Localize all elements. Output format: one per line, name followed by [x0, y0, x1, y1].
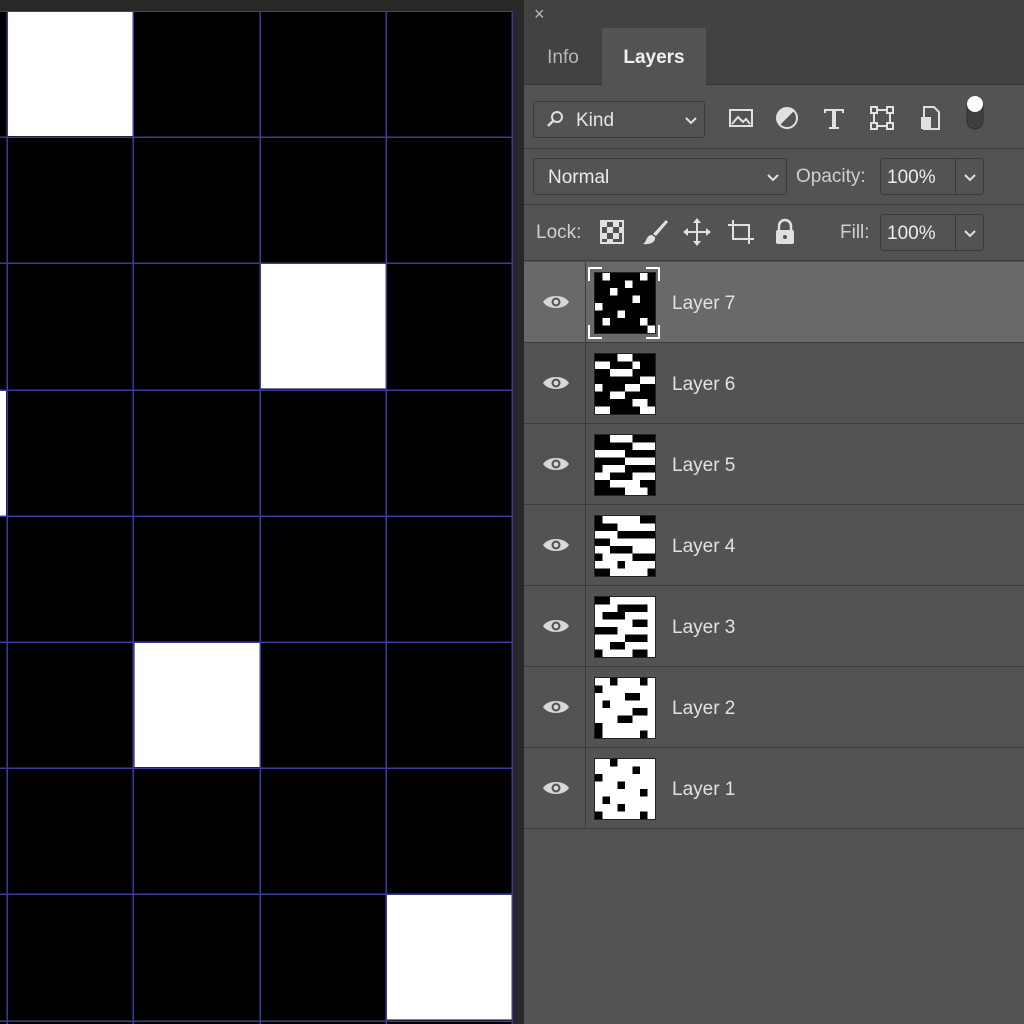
canvas-image[interactable] — [0, 11, 513, 1024]
layers-list: Layer 7 Layer 6 Layer 5 Layer 4 Layer 3 Layer… — [524, 262, 1024, 829]
layer-thumbnail[interactable] — [594, 596, 656, 658]
field-divider — [955, 159, 956, 194]
eye-icon[interactable] — [542, 374, 570, 392]
visibility-column[interactable] — [524, 748, 586, 828]
layer-name[interactable]: Layer 4 — [672, 536, 735, 558]
opacity-value: 100% — [887, 167, 936, 188]
canvas-white-cell — [8, 11, 134, 137]
layer-name[interactable]: Layer 2 — [672, 698, 735, 720]
type-filter-icon[interactable] — [819, 103, 849, 133]
smart-object-filter-icon[interactable] — [915, 103, 945, 133]
field-divider — [955, 215, 956, 250]
layer-row[interactable]: Layer 1 — [524, 748, 1024, 829]
blend-mode-dropdown[interactable]: Normal — [533, 158, 787, 195]
opacity-label: Opacity: — [796, 166, 866, 187]
panel-tabbar: Info Layers — [524, 28, 1024, 86]
layer-name[interactable]: Layer 7 — [672, 293, 735, 315]
filter-row: Kind — [524, 85, 1024, 149]
tab-info[interactable]: Info — [524, 28, 602, 85]
canvas-white-cell — [260, 263, 386, 389]
layer-row[interactable]: Layer 3 — [524, 586, 1024, 667]
lock-artboard-icon[interactable] — [726, 217, 756, 247]
kind-filter-label: Kind — [576, 110, 615, 131]
eye-icon[interactable] — [542, 536, 570, 554]
layers-panel: × Info Layers Kind Normal Opacity: 100% … — [524, 0, 1024, 1024]
filter-toggle-switch[interactable] — [964, 93, 986, 131]
adjustment-filter-icon[interactable] — [772, 103, 802, 133]
panel-gutter — [516, 0, 524, 1024]
layer-thumbnail[interactable] — [594, 677, 656, 739]
visibility-column[interactable] — [524, 343, 586, 423]
panel-header: × — [524, 0, 1024, 28]
layer-name[interactable]: Layer 3 — [672, 617, 735, 639]
chevron-down-icon — [685, 117, 697, 125]
tab-layers[interactable]: Layers — [602, 28, 706, 86]
canvas-white-cell — [134, 642, 260, 768]
fill-value: 100% — [887, 223, 936, 244]
eye-icon[interactable] — [542, 293, 570, 311]
layer-row[interactable]: Layer 6 — [524, 343, 1024, 424]
shape-filter-icon[interactable] — [867, 103, 897, 133]
fill-label: Fill: — [840, 222, 870, 243]
lock-all-icon[interactable] — [771, 217, 799, 247]
layer-thumbnail[interactable] — [594, 272, 656, 334]
layer-row[interactable]: Layer 5 — [524, 424, 1024, 505]
lock-image-pixels-icon[interactable] — [640, 217, 670, 247]
kind-filter-dropdown[interactable]: Kind — [533, 101, 705, 138]
lock-label: Lock: — [536, 222, 582, 243]
visibility-column[interactable] — [524, 505, 586, 585]
search-icon — [547, 111, 563, 127]
image-filter-icon[interactable] — [726, 103, 756, 133]
layer-thumbnail[interactable] — [594, 758, 656, 820]
eye-icon[interactable] — [542, 455, 570, 473]
close-icon[interactable]: × — [534, 5, 550, 23]
chevron-down-icon[interactable] — [963, 229, 977, 239]
document-canvas[interactable] — [0, 0, 516, 1024]
blend-row: Normal Opacity: 100% — [524, 149, 1024, 205]
layer-row[interactable]: Layer 4 — [524, 505, 1024, 586]
visibility-column[interactable] — [524, 586, 586, 666]
opacity-field[interactable]: 100% — [880, 158, 984, 195]
eye-icon[interactable] — [542, 617, 570, 635]
lock-transparent-pixels-icon[interactable] — [599, 219, 625, 245]
blend-mode-value: Normal — [548, 167, 610, 188]
layer-thumbnail[interactable] — [594, 353, 656, 415]
layer-name[interactable]: Layer 5 — [672, 455, 735, 477]
lock-row: Lock: Fill: 100% — [524, 205, 1024, 261]
layer-thumbnail[interactable] — [594, 515, 656, 577]
lock-position-icon[interactable] — [682, 217, 712, 247]
layer-thumbnail[interactable] — [594, 434, 656, 496]
canvas-white-cell — [386, 894, 512, 1020]
visibility-column[interactable] — [524, 424, 586, 504]
fill-field[interactable]: 100% — [880, 214, 984, 251]
eye-icon[interactable] — [542, 698, 570, 716]
eye-icon[interactable] — [542, 779, 570, 797]
layer-name[interactable]: Layer 1 — [672, 779, 735, 801]
chevron-down-icon — [767, 174, 779, 182]
visibility-column[interactable] — [524, 262, 586, 342]
visibility-column[interactable] — [524, 667, 586, 747]
canvas-white-cell — [0, 390, 6, 516]
layer-name[interactable]: Layer 6 — [672, 374, 735, 396]
layer-row[interactable]: Layer 2 — [524, 667, 1024, 748]
layer-row[interactable]: Layer 7 — [524, 262, 1024, 343]
chevron-down-icon[interactable] — [963, 173, 977, 183]
